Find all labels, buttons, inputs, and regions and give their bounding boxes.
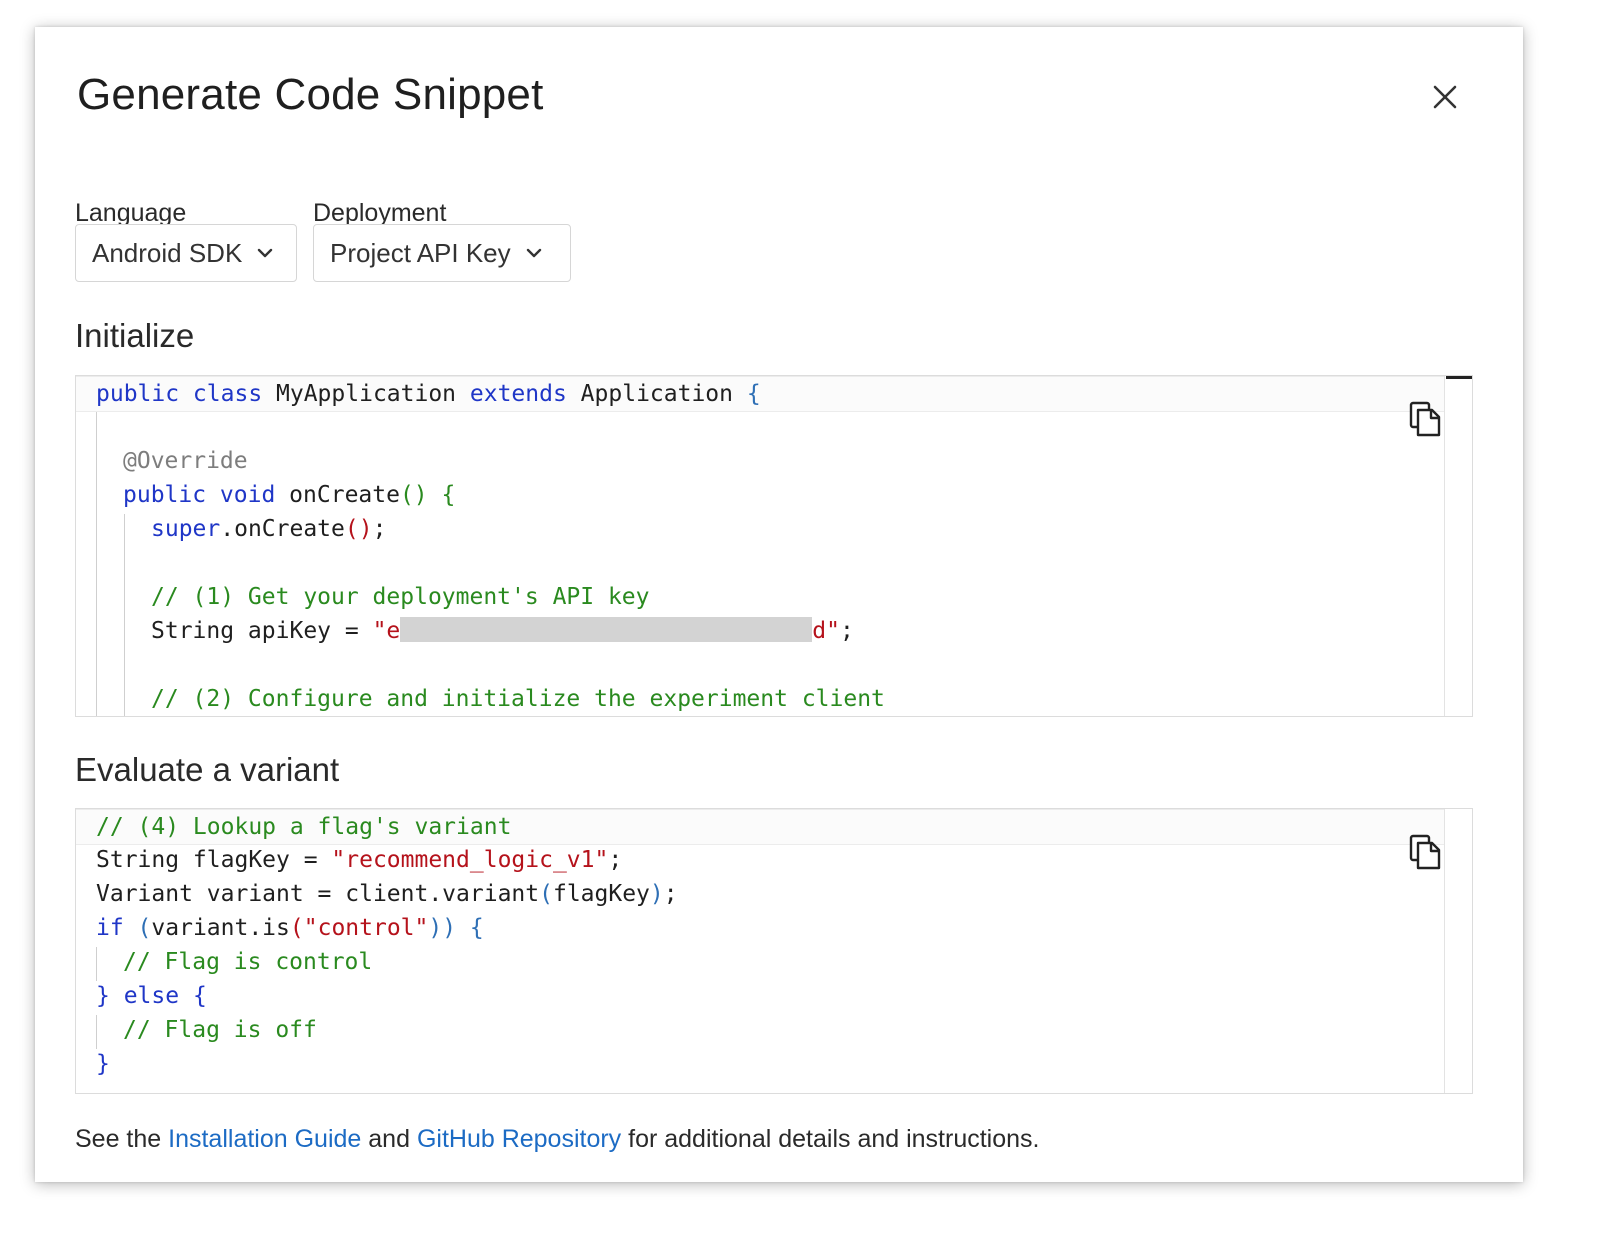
code-line: Variant variant = client.variant(flagKey… xyxy=(96,881,678,907)
code-line: // Flag is control xyxy=(123,949,373,975)
generate-code-snippet-modal: Generate Code Snippet Language Android S… xyxy=(35,27,1523,1182)
redacted-api-key xyxy=(400,617,813,642)
copy-icon[interactable] xyxy=(1408,400,1444,440)
evaluate-code-editor[interactable]: // (4) Lookup a flag's variant String fl… xyxy=(75,808,1473,1094)
language-select-value: Android SDK xyxy=(92,237,243,268)
chevron-down-icon xyxy=(256,247,274,259)
code-line: super.onCreate(); xyxy=(151,516,387,542)
evaluate-heading: Evaluate a variant xyxy=(75,751,340,788)
code-line: } else { xyxy=(96,983,207,1009)
code-scrollbar[interactable] xyxy=(1444,376,1472,716)
code-line: if (variant.is("control")) { xyxy=(96,915,484,941)
code-line: String flagKey = "recommend_logic_v1"; xyxy=(96,847,623,873)
code-scrollbar[interactable] xyxy=(1444,809,1472,1093)
close-icon[interactable] xyxy=(1425,77,1465,117)
initialize-code-editor[interactable]: public class MyApplication extends Appli… xyxy=(75,375,1473,717)
chevron-down-icon xyxy=(525,247,543,259)
github-repository-link[interactable]: GitHub Repository xyxy=(417,1125,621,1153)
code-line: @Override xyxy=(123,448,248,474)
code-line: // (2) Configure and initialize the expe… xyxy=(151,686,885,712)
footer-text: See the Installation Guide and GitHub Re… xyxy=(75,1125,1040,1153)
copy-icon[interactable] xyxy=(1408,833,1444,873)
code-line: // Flag is off xyxy=(123,1017,317,1043)
code-line: // (4) Lookup a flag's variant xyxy=(76,809,1444,845)
code-line: public void onCreate() { xyxy=(123,482,456,508)
initialize-heading: Initialize xyxy=(75,317,195,354)
installation-guide-link[interactable]: Installation Guide xyxy=(168,1125,361,1153)
modal-title: Generate Code Snippet xyxy=(77,70,544,119)
scrollbar-thumb[interactable] xyxy=(1446,376,1472,379)
code-line: public class MyApplication extends Appli… xyxy=(76,376,1444,412)
language-select[interactable]: Android SDK xyxy=(75,224,297,282)
deployment-select-value: Project API Key xyxy=(330,237,511,268)
code-line: // (1) Get your deployment's API key xyxy=(151,584,650,610)
code-line: String apiKey = "e d"; xyxy=(151,617,854,644)
deployment-select[interactable]: Project API Key xyxy=(313,224,571,282)
code-line: } xyxy=(96,1051,110,1077)
